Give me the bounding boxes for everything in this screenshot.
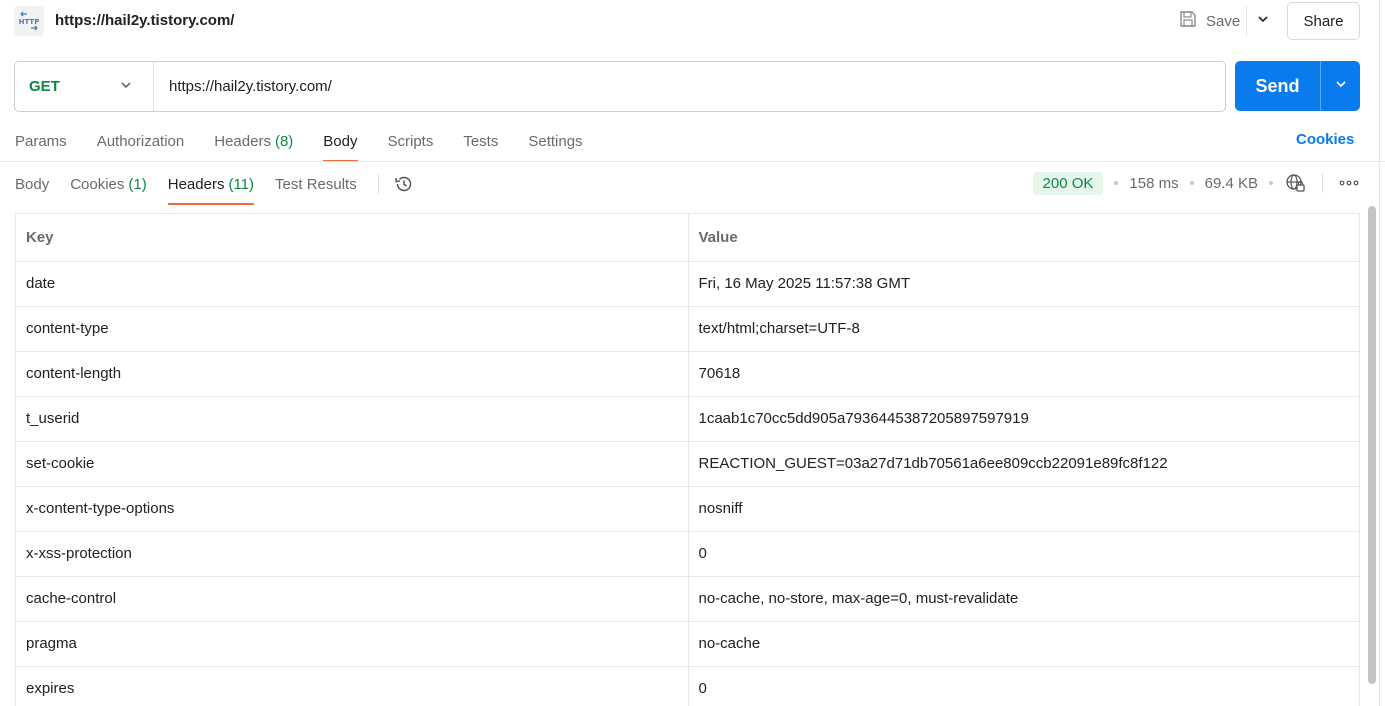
- header-key-cell[interactable]: expires: [16, 666, 689, 706]
- header-value-cell[interactable]: no-cache: [688, 621, 1359, 667]
- header-value-cell[interactable]: no-cache, no-store, max-age=0, must-reva…: [688, 576, 1359, 622]
- chevron-down-icon: [1334, 77, 1348, 95]
- table-row[interactable]: x-content-type-options nosniff: [16, 486, 1359, 532]
- save-options-button[interactable]: [1246, 6, 1278, 36]
- request-title[interactable]: https://hail2y.tistory.com/: [55, 12, 234, 29]
- status-badge[interactable]: 200 OK: [1032, 171, 1104, 195]
- save-button[interactable]: Save: [1172, 6, 1246, 36]
- tab-headers[interactable]: Headers (8): [214, 122, 293, 160]
- chevron-down-icon: [119, 78, 133, 96]
- panel-border: [1379, 0, 1380, 706]
- header-value-cell[interactable]: 70618: [688, 351, 1359, 397]
- table-row[interactable]: t_userid 1caab1c70cc5dd905a79364453872058…: [16, 396, 1359, 442]
- send-button[interactable]: Send: [1235, 61, 1320, 111]
- response-tab-body[interactable]: Body: [15, 166, 49, 202]
- header-key-cell[interactable]: cache-control: [16, 576, 689, 622]
- tab-tests[interactable]: Tests: [463, 122, 498, 160]
- cookies-count: (1): [128, 175, 147, 193]
- header-key-cell[interactable]: content-type: [16, 306, 689, 352]
- table-row[interactable]: content-type text/html;charset=UTF-8: [16, 306, 1359, 352]
- column-header-value: Value: [688, 214, 1359, 262]
- url-input[interactable]: [154, 62, 1225, 111]
- svg-text:HTTP: HTTP: [19, 18, 40, 26]
- tab-body[interactable]: Body: [323, 122, 358, 162]
- vertical-scrollbar[interactable]: [1366, 204, 1378, 706]
- response-headers-count: (11): [228, 175, 255, 193]
- header-key-cell[interactable]: x-xss-protection: [16, 531, 689, 577]
- cookies-link[interactable]: Cookies: [1296, 131, 1354, 148]
- column-header-key: Key: [16, 214, 689, 262]
- send-options-button[interactable]: [1320, 61, 1360, 111]
- response-tab-test-results[interactable]: Test Results: [275, 166, 357, 202]
- table-row[interactable]: x-xss-protection 0: [16, 531, 1359, 577]
- table-row[interactable]: date Fri, 16 May 2025 11:57:38 GMT: [16, 261, 1359, 307]
- response-size[interactable]: 69.4 KB: [1205, 175, 1258, 192]
- http-request-icon: HTTP: [14, 6, 44, 36]
- history-icon[interactable]: [393, 173, 415, 195]
- header-key-cell[interactable]: x-content-type-options: [16, 486, 689, 532]
- header-key-cell[interactable]: date: [16, 261, 689, 307]
- table-row[interactable]: cache-control no-cache, no-store, max-age…: [16, 576, 1359, 622]
- request-tabs: Params Authorization Headers (8) Body Scr…: [15, 122, 613, 162]
- header-value-cell[interactable]: nosniff: [688, 486, 1359, 532]
- header-value-cell[interactable]: Fri, 16 May 2025 11:57:38 GMT: [688, 261, 1359, 307]
- table-header-row: Key Value: [16, 214, 1359, 262]
- tab-authorization[interactable]: Authorization: [97, 122, 185, 160]
- title-bar: HTTP https://hail2y.tistory.com/ Save Sh…: [0, 0, 1385, 44]
- header-key-cell[interactable]: set-cookie: [16, 441, 689, 487]
- header-value-cell[interactable]: text/html;charset=UTF-8: [688, 306, 1359, 352]
- response-tab-cookies[interactable]: Cookies (1): [70, 166, 147, 202]
- header-value-cell[interactable]: REACTION_GUEST=03a27d71db70561a6ee809ccb…: [688, 441, 1359, 487]
- method-label: GET: [29, 78, 60, 95]
- section-divider: [0, 161, 1385, 162]
- separator-dot: [1269, 181, 1273, 185]
- table-row[interactable]: expires 0: [16, 666, 1359, 706]
- method-select[interactable]: GET: [15, 62, 154, 111]
- table-row[interactable]: pragma no-cache: [16, 621, 1359, 667]
- table-row[interactable]: set-cookie REACTION_GUEST=03a27d71db70561…: [16, 441, 1359, 487]
- response-tab-headers[interactable]: Headers (11): [167, 166, 255, 205]
- table-row[interactable]: content-length 70618: [16, 351, 1359, 397]
- separator-dot: [1189, 181, 1194, 185]
- send-button-group: Send: [1235, 61, 1360, 111]
- response-time[interactable]: 158 ms: [1129, 175, 1178, 192]
- chevron-down-icon: [1256, 12, 1270, 30]
- network-globe-lock-icon[interactable]: [1284, 172, 1306, 194]
- save-label: Save: [1206, 12, 1241, 30]
- response-tabs: Body Cookies (1) Headers (11) Test Results: [15, 165, 415, 205]
- header-value-cell[interactable]: 0: [688, 531, 1359, 577]
- header-value-cell[interactable]: 0: [688, 666, 1359, 706]
- header-key-cell[interactable]: t_userid: [16, 396, 689, 442]
- response-headers-table: Key Value date Fri, 16 May 2025 11:57:38 …: [15, 213, 1360, 706]
- tab-scripts[interactable]: Scripts: [388, 122, 434, 160]
- headers-count: (8): [274, 132, 294, 150]
- separator-dot: [1114, 181, 1119, 185]
- tab-separator: [377, 174, 379, 194]
- tab-settings[interactable]: Settings: [528, 122, 582, 160]
- save-icon: [1178, 9, 1198, 33]
- header-value-cell[interactable]: 1caab1c70cc5dd905a7936445387205897597919: [688, 396, 1359, 442]
- more-options-icon[interactable]: [1322, 173, 1359, 193]
- response-status-area: 200 OK 158 ms 69.4 KB: [1032, 170, 1359, 196]
- share-button[interactable]: Share: [1287, 2, 1360, 40]
- header-key-cell[interactable]: pragma: [16, 621, 689, 667]
- header-key-cell[interactable]: content-length: [16, 351, 689, 397]
- tab-params[interactable]: Params: [15, 122, 67, 160]
- scrollbar-thumb[interactable]: [1368, 206, 1376, 684]
- url-bar: GET: [14, 61, 1226, 112]
